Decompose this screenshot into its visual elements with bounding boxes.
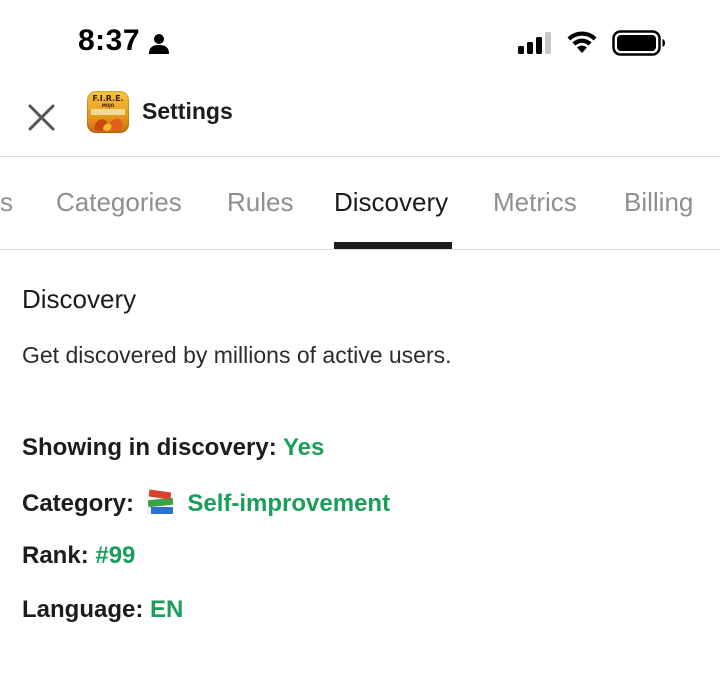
- cellular-signal-icon: [518, 32, 551, 54]
- app-logo-text: F.I.R.E.: [92, 94, 124, 103]
- battery-icon: [612, 30, 665, 56]
- app-logo: F.I.R.E. MOJO: [87, 91, 129, 133]
- fire-logo-icon: [91, 109, 125, 131]
- category-label: Category:: [22, 490, 135, 517]
- close-icon[interactable]: [22, 94, 60, 132]
- language-value: EN: [150, 596, 184, 623]
- app-header: F.I.R.E. MOJO Settings: [0, 86, 720, 157]
- tab-rules[interactable]: Rules: [227, 187, 293, 218]
- status-bar: 8:37: [0, 0, 720, 86]
- section-description: Get discovered by millions of active use…: [22, 342, 452, 368]
- showing-in-discovery-row: Showing in discovery: Yes: [22, 434, 324, 462]
- tab-bar: s Categories Rules Discovery Metrics Bil…: [0, 157, 720, 250]
- tab-discovery[interactable]: Discovery: [334, 187, 448, 218]
- language-row: Language: EN: [22, 596, 183, 624]
- active-tab-indicator: [334, 242, 452, 249]
- tab-billing[interactable]: Billing: [624, 187, 693, 218]
- rank-value: #99: [95, 542, 136, 569]
- tab-metrics[interactable]: Metrics: [493, 187, 577, 218]
- category-value: Self-improvement: [187, 490, 391, 517]
- showing-value: Yes: [282, 434, 325, 461]
- status-time: 8:37: [78, 24, 141, 57]
- language-label: Language:: [22, 596, 144, 623]
- rank-label: Rank:: [22, 542, 89, 569]
- tab-partial[interactable]: s: [0, 187, 13, 218]
- books-icon: [146, 489, 173, 514]
- wifi-icon: [567, 31, 597, 53]
- page-title: Settings: [142, 98, 233, 124]
- person-icon: [149, 34, 169, 54]
- category-row: Category: Self-improvement: [22, 488, 390, 518]
- rank-row: Rank: #99: [22, 542, 135, 570]
- tab-categories[interactable]: Categories: [56, 187, 182, 218]
- showing-label: Showing in discovery:: [22, 434, 277, 461]
- section-title: Discovery: [22, 284, 137, 314]
